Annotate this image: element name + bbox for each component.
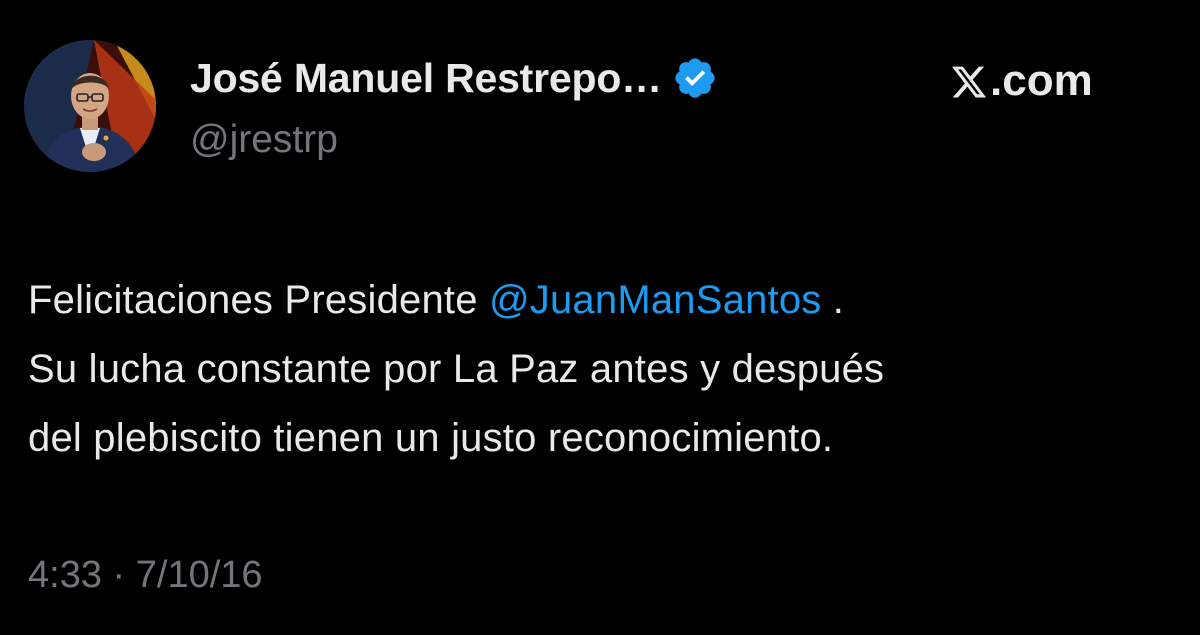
tweet-text: Felicitaciones Presidente @JuanManSantos… bbox=[28, 266, 1178, 473]
tweet-date: 7/10/16 bbox=[135, 554, 263, 596]
tweet-time: 4:33 bbox=[28, 554, 102, 596]
mention-link[interactable]: @JuanManSantos bbox=[489, 278, 822, 322]
x-logo-icon bbox=[950, 62, 988, 100]
timestamp-separator: · bbox=[101, 554, 136, 596]
tweet-card: José Manuel Restrepo… @jrestrp .com Feli… bbox=[0, 0, 1200, 635]
name-row: José Manuel Restrepo… bbox=[190, 52, 718, 104]
site-label-text: .com bbox=[990, 56, 1093, 105]
tweet-line-1-suffix: . bbox=[821, 278, 845, 322]
tweet-line-1-prefix: Felicitaciones Presidente bbox=[28, 278, 489, 322]
verified-badge-icon bbox=[672, 55, 718, 101]
tweet-line-1: Felicitaciones Presidente @JuanManSantos… bbox=[28, 266, 1178, 335]
author-block: José Manuel Restrepo… @jrestrp bbox=[190, 52, 718, 162]
avatar[interactable] bbox=[24, 40, 156, 172]
tweet-line-3: del plebiscito tienen un justo reconocim… bbox=[28, 416, 834, 460]
author-handle[interactable]: @jrestrp bbox=[190, 118, 718, 162]
site-label: .com bbox=[950, 56, 1093, 106]
author-display-name[interactable]: José Manuel Restrepo… bbox=[190, 55, 662, 102]
tweet-timestamp[interactable]: 4:33 · 7/10/16 bbox=[28, 554, 263, 597]
avatar-photo bbox=[24, 40, 156, 172]
tweet-line-2: Su lucha constante por La Paz antes y de… bbox=[28, 347, 885, 391]
